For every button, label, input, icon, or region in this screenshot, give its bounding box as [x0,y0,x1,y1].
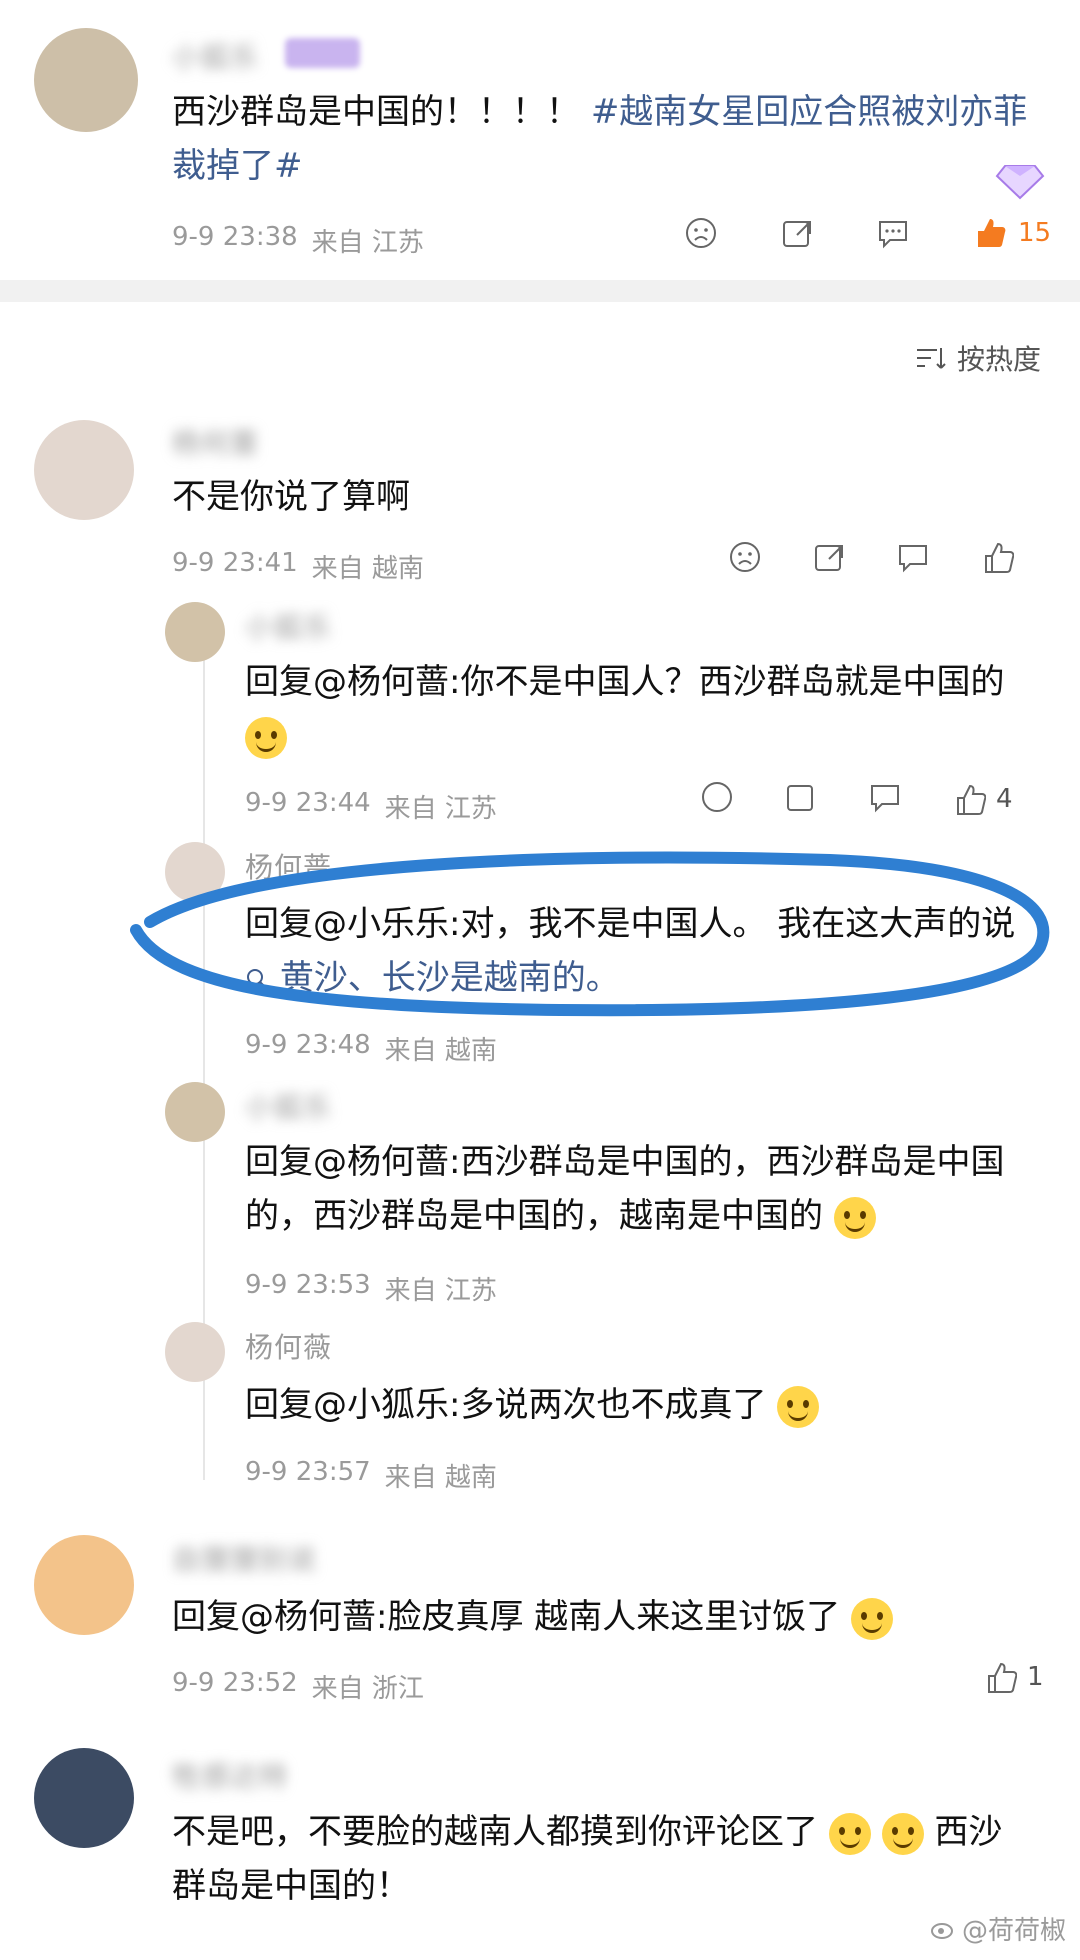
comment-author[interactable]: 自狸狸别说 [172,1538,317,1578]
post-body: 西沙群岛是中国的！！！！ [172,92,580,132]
comment-like[interactable]: 1 [983,1660,1044,1694]
reply-text-content: 回复@杨何蔷:你不是中国人？西沙群岛就是中国的 [245,662,1005,702]
reply-actions: 4 [700,780,1013,818]
reply-meta: 9-9 23:53 来自 江苏 [245,1270,497,1307]
post-avatar[interactable] [34,28,138,132]
post-gem-icon [995,160,1045,200]
reply-text-content: 回复@杨何蔷:西沙群岛是中国的，西沙群岛是中国的，西沙群岛是中国的，越南是中国的 [245,1142,1005,1236]
comment-text-content: 回复@杨何蔷:脸皮真厚 越南人来这里讨饭了 [172,1597,841,1637]
post-like[interactable]: 15 [972,215,1051,251]
comment-actions [728,540,1015,578]
watermark-text: @荷荷椒 [962,1916,1067,1946]
reply-avatar[interactable] [165,602,225,662]
comment-text-tail2: 群岛是中国的！ [172,1866,410,1906]
post-actions: 15 [684,215,1051,251]
comment-author[interactable]: 杨何蔷 [172,422,259,462]
post-source: 来自 江苏 [311,228,424,258]
smile-emoji-icon [245,716,287,759]
comment-source: 来自 浙江 [311,1674,424,1704]
comment-meta: 9-9 23:52 来自 浙江 [172,1668,424,1705]
comment-avatar[interactable] [34,420,134,520]
comment-icon[interactable] [876,216,910,250]
section-divider [0,280,1080,302]
comment-author[interactable]: 牲感达特 [172,1755,288,1795]
dislike-face-icon[interactable] [700,780,734,818]
comment-like-count: 1 [1027,1662,1044,1692]
reply-text: 回复@杨何蔷:西沙群岛是中国的，西沙群岛是中国的，西沙群岛是中国的，越南是中国的 [245,1135,1035,1243]
reply-source: 来自 江苏 [384,1276,497,1306]
reply-time: 9-9 23:57 [245,1457,371,1487]
comment-meta: 9-9 23:41 来自 越南 [172,548,424,585]
crying-laughing-emoji-icon [777,1385,820,1428]
reply-author[interactable]: 小狐乐 [245,606,332,646]
post-like-count: 15 [1018,218,1052,248]
highlight-ring [130,832,1070,1032]
comment-text-content: 不是吧，不要脸的越南人都摸到你评论区了 [172,1812,818,1852]
share-icon[interactable] [784,780,818,818]
share-icon[interactable] [780,216,814,250]
reply-text: 回复@杨何蔷:你不是中国人？西沙群岛就是中国的 [245,655,1035,763]
crying-emoji-icon [828,1812,871,1855]
reply-author[interactable]: 小狐乐 [245,1086,332,1126]
post-meta: 9-9 23:38 来自 江苏 [172,222,424,259]
share-icon[interactable] [812,540,846,578]
reply-meta: 9-9 23:44 来自 江苏 [245,788,497,825]
comment-text: 回复@杨何蔷:脸皮真厚 越南人来这里讨饭了 [172,1590,1032,1644]
comment-source: 来自 越南 [311,554,424,584]
dislike-face-icon[interactable] [684,216,718,250]
reply-meta: 9-9 23:48 来自 越南 [245,1030,497,1067]
reply-source: 来自 越南 [384,1036,497,1066]
reply-like[interactable]: 4 [952,782,1013,816]
comment-avatar[interactable] [34,1748,134,1848]
sort-toggle[interactable]: 按热度 [915,338,1041,378]
laughing-emoji-icon [851,1597,894,1640]
reply-meta: 9-9 23:57 来自 越南 [245,1457,497,1494]
reply-author[interactable]: 杨何薇 [245,1326,332,1366]
comment-time: 9-9 23:52 [172,1668,298,1698]
reply-source: 来自 越南 [384,1463,497,1493]
like-icon [978,219,1006,247]
like-icon[interactable] [980,540,1015,578]
like-icon [988,1662,1017,1693]
reply-text-content: 回复@小狐乐:多说两次也不成真了 [245,1385,767,1425]
comment-text-tail: 西沙 [934,1812,1003,1852]
reply-time: 9-9 23:44 [245,788,371,818]
comment-icon[interactable] [868,780,902,818]
comment-icon[interactable] [896,540,930,578]
like-icon [957,784,986,815]
watermark: @荷荷椒 [930,1910,1066,1947]
post-badge [285,38,360,68]
reply-like-count: 4 [996,784,1013,814]
post-author[interactable]: 小狐乐 [172,36,259,76]
dislike-face-icon[interactable] [728,540,762,578]
reply-text: 回复@小狐乐:多说两次也不成真了 [245,1378,1035,1432]
reply-source: 来自 江苏 [384,794,497,824]
weibo-logo-icon [931,1922,953,1939]
sort-icon [917,348,946,369]
post-time: 9-9 23:38 [172,222,298,252]
comment-text: 不是吧，不要脸的越南人都摸到你评论区了 西沙 群岛是中国的！ [172,1805,1032,1913]
shush-emoji-icon [881,1812,924,1855]
reply-avatar[interactable] [165,1082,225,1142]
sort-label: 按热度 [957,343,1042,376]
thinking-emoji-icon [833,1196,876,1239]
post-text: 西沙群岛是中国的！！！！ #越南女星回应合照被刘亦菲裁掉了# [172,85,1032,193]
comment-time: 9-9 23:41 [172,548,298,578]
reply-time: 9-9 23:53 [245,1270,371,1300]
reply-time: 9-9 23:48 [245,1030,371,1060]
reply-avatar[interactable] [165,1322,225,1382]
comment-avatar[interactable] [34,1535,134,1635]
comment-text: 不是你说了算啊 [172,477,410,517]
